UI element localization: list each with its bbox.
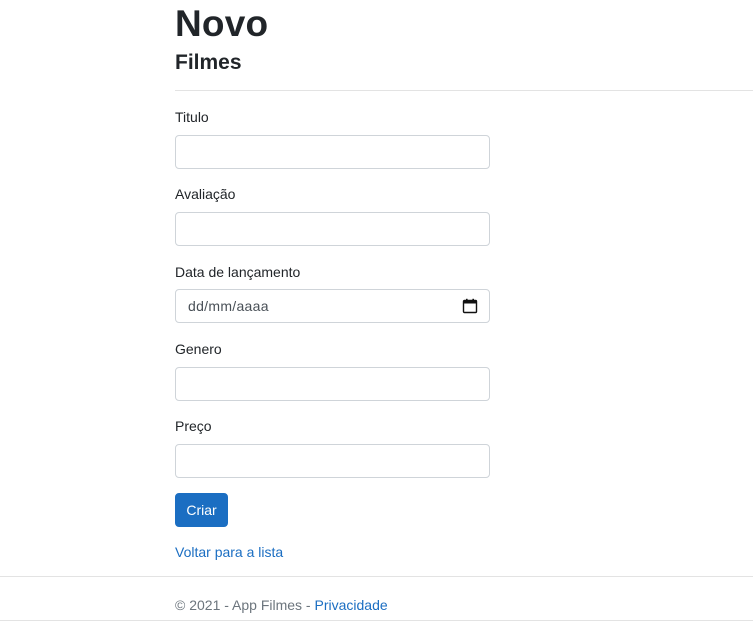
preco-input[interactable] [175, 444, 490, 478]
data-lancamento-label: Data de lançamento [175, 264, 301, 280]
data-lancamento-input[interactable]: dd/mm/aaaa [175, 289, 490, 323]
footer: © 2021 - App Filmes - Privacidade [175, 596, 388, 614]
date-placeholder: dd/mm/aaaa [188, 298, 269, 314]
preco-label: Preço [175, 418, 212, 434]
genero-label: Genero [175, 341, 222, 357]
page-title: Novo [175, 3, 269, 44]
avaliacao-input[interactable] [175, 212, 490, 246]
create-button[interactable]: Criar [175, 493, 228, 527]
titulo-label: Titulo [175, 109, 209, 125]
footer-divider [0, 576, 753, 577]
page-subtitle: Filmes [175, 51, 242, 74]
back-to-list-link[interactable]: Voltar para a lista [175, 543, 283, 561]
privacy-link[interactable]: Privacidade [314, 597, 387, 613]
avaliacao-label: Avaliação [175, 186, 236, 202]
titulo-input[interactable] [175, 135, 490, 169]
calendar-icon[interactable] [462, 298, 478, 314]
header-divider [175, 90, 753, 91]
genero-input[interactable] [175, 367, 490, 401]
footer-copyright: © 2021 - App Filmes - [175, 597, 311, 613]
